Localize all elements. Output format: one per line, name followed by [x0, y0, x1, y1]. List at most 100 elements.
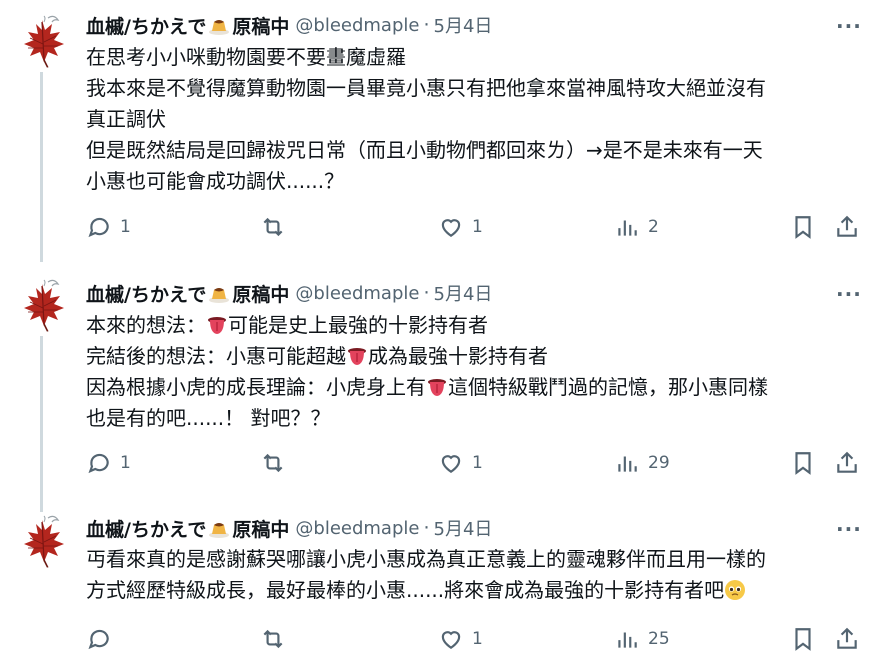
- share-button[interactable]: [834, 624, 860, 654]
- views-button[interactable]: 25: [614, 624, 670, 654]
- tongue-emoji-icon: [427, 378, 447, 397]
- heart-icon: [441, 631, 461, 649]
- bookmark-button[interactable]: [790, 212, 816, 242]
- author-handle[interactable]: @bleedmaple: [295, 15, 419, 36]
- pudding-icon: [209, 20, 230, 35]
- reply-button[interactable]: [86, 624, 120, 654]
- more-options-icon[interactable]: ···: [836, 14, 861, 38]
- retweet-button[interactable]: [260, 624, 294, 654]
- author-handle[interactable]: @bleedmaple: [295, 283, 419, 304]
- avatar[interactable]: [14, 512, 70, 568]
- pudding-icon: [209, 523, 230, 538]
- tweet[interactable]: 血槭/ちかえで 原稿中 @bleedmaple · 5月4日 ··· 本來的想法…: [0, 264, 876, 512]
- tweet-line: 真正調伏: [86, 107, 166, 131]
- avatar[interactable]: [14, 12, 70, 68]
- author-name[interactable]: 血槭/ちかえで: [86, 12, 206, 39]
- tweet-line: 完結後的想法：小惠可能超越 成為最強十影持有者: [86, 341, 860, 372]
- reply-icon: [88, 629, 109, 650]
- tongue-emoji-icon: [347, 347, 367, 366]
- bookmark-icon: [795, 628, 811, 651]
- more-options-icon[interactable]: ···: [836, 282, 861, 306]
- more-options-icon[interactable]: ···: [836, 517, 861, 541]
- views-chart-icon: [618, 456, 637, 472]
- separator-dot: ·: [423, 517, 430, 539]
- like-count: 1: [472, 629, 483, 649]
- retweet-button[interactable]: [260, 448, 294, 478]
- tweet-actions: 1 25: [86, 624, 866, 654]
- tweet-actions: 1 1 29: [86, 448, 866, 478]
- maple-leaf-icon: [23, 15, 65, 68]
- tweet[interactable]: 血槭/ちかえで 原稿中 @bleedmaple · 5月4日 ··· 丏看來真的…: [0, 502, 876, 666]
- tweet-line: 丏看來真的是感謝蘇哭哪讓小虎小惠成為真正意義上的靈魂夥伴而且用一樣的: [86, 547, 766, 571]
- view-count: 25: [648, 629, 670, 649]
- tweet-line: 但是既然結局是回歸祓咒日常（而且小動物們都回來ㄌ）→是不是未來有一天: [86, 138, 763, 162]
- share-icon: [837, 451, 857, 473]
- author-name-suffix: 原稿中: [232, 518, 290, 541]
- thread-line: [40, 72, 43, 262]
- tweet-actions: 1 1 2: [86, 212, 866, 242]
- view-count: 29: [648, 453, 670, 473]
- tweet-line-part: 完結後的想法：小惠可能超越: [86, 344, 346, 368]
- author-name-suffix: 原稿中: [232, 283, 290, 306]
- retweet-button[interactable]: [260, 212, 294, 242]
- views-chart-icon: [618, 220, 637, 236]
- bookmark-icon: [795, 216, 811, 239]
- tweet-line: 本來的想法： 可能是史上最強的十影持有者: [86, 310, 860, 341]
- avatar[interactable]: [14, 276, 70, 332]
- retweet-icon: [263, 217, 283, 237]
- tweet-line-part: 因為根據小虎的成長理論：小虎身上有: [86, 375, 426, 399]
- tweet-text: 在思考小小咪動物園要不要畫魔虛羅 我本來是不覺得魔算動物園一員畢竟小惠只有把他拿…: [86, 42, 860, 197]
- tongue-emoji-icon: [207, 316, 227, 335]
- tweet-line: 方式經歷特級成長，最好最棒的小惠......將來會成為最強的十影持有者吧: [86, 575, 860, 606]
- maple-leaf-icon: [23, 279, 65, 332]
- tweet-line-part: 成為最強十影持有者: [368, 344, 548, 368]
- views-button[interactable]: 2: [614, 212, 659, 242]
- reply-count: 1: [120, 453, 131, 473]
- views-button[interactable]: 29: [614, 448, 670, 478]
- tweet-line-part: 本來的想法：: [86, 313, 206, 337]
- separator-dot: ·: [423, 14, 430, 36]
- tweet-line: 在思考小小咪動物園要不要畫魔虛羅: [86, 45, 406, 69]
- bookmark-button[interactable]: [790, 448, 816, 478]
- heart-icon: [441, 455, 461, 473]
- view-count: 2: [648, 217, 659, 237]
- author-name-suffix: 原稿中: [232, 15, 290, 38]
- author-name[interactable]: 血槭/ちかえで: [86, 515, 206, 542]
- tweet-line: 因為根據小虎的成長理論：小虎身上有 這個特級戰鬥過的記憶，那小惠同樣: [86, 372, 860, 403]
- reply-count: 1: [120, 217, 131, 237]
- like-button[interactable]: 1: [438, 624, 483, 654]
- heart-icon: [441, 219, 461, 237]
- share-icon: [837, 215, 857, 237]
- tweet[interactable]: 血槭/ちかえで 原稿中 @bleedmaple · 5月4日 ··· 在思考小小…: [0, 0, 876, 262]
- pleading-face-emoji-icon: [725, 580, 746, 600]
- tweet-line-part: 這個特級戰鬥過的記憶，那小惠同樣: [448, 375, 768, 399]
- tweet-line: 我本來是不覺得魔算動物園一員畢竟小惠只有把他拿來當神風特攻大絕並沒有: [86, 76, 766, 100]
- tweet-date[interactable]: 5月4日: [434, 12, 493, 38]
- reply-button[interactable]: 1: [86, 212, 131, 242]
- like-button[interactable]: 1: [438, 448, 483, 478]
- tweet-line: 也是有的吧......！ 對吧？？: [86, 406, 331, 430]
- author-handle[interactable]: @bleedmaple: [295, 518, 419, 539]
- like-count: 1: [472, 217, 483, 237]
- maple-leaf-icon: [23, 515, 65, 568]
- tweet-date[interactable]: 5月4日: [434, 515, 493, 541]
- bookmark-button[interactable]: [790, 624, 816, 654]
- tweet-date[interactable]: 5月4日: [434, 280, 493, 306]
- separator-dot: ·: [423, 282, 430, 304]
- tweet-header: 血槭/ちかえで 原稿中 @bleedmaple · 5月4日: [86, 515, 492, 541]
- reply-button[interactable]: 1: [86, 448, 131, 478]
- like-button[interactable]: 1: [438, 212, 483, 242]
- tweet-text: 丏看來真的是感謝蘇哭哪讓小虎小惠成為真正意義上的靈魂夥伴而且用一樣的 方式經歷特…: [86, 544, 860, 606]
- tweet-line-part: 方式經歷特級成長，最好最棒的小惠......將來會成為最強的十影持有者吧: [86, 578, 725, 602]
- share-button[interactable]: [834, 212, 860, 242]
- retweet-icon: [263, 629, 283, 649]
- pudding-icon: [209, 288, 230, 303]
- bookmark-icon: [795, 452, 811, 475]
- tweet-line-part: 可能是史上最強的十影持有者: [228, 313, 488, 337]
- thread-line: [40, 336, 43, 512]
- share-button[interactable]: [834, 448, 860, 478]
- share-icon: [837, 627, 857, 649]
- retweet-icon: [263, 453, 283, 473]
- author-name[interactable]: 血槭/ちかえで: [86, 280, 206, 307]
- views-chart-icon: [618, 632, 637, 648]
